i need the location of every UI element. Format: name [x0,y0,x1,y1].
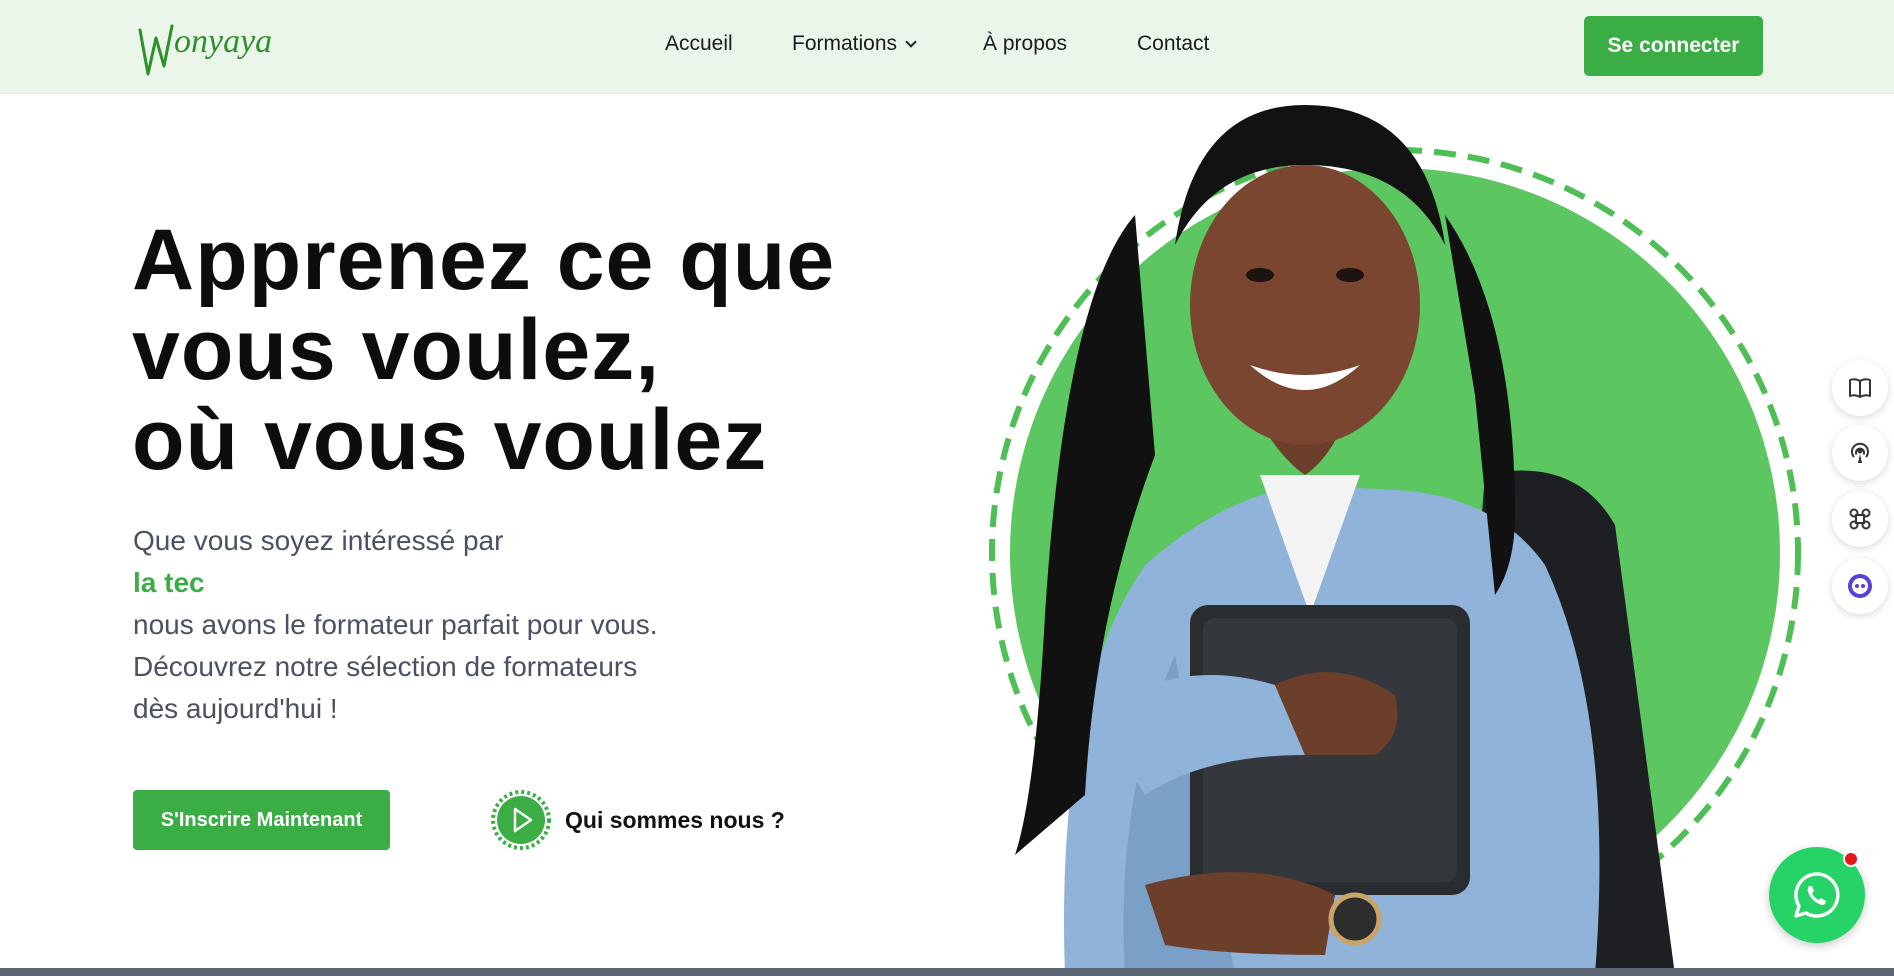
subtitle-line: nous avons le formateur parfait pour vou… [133,609,658,640]
broadcast-icon[interactable] [1832,425,1888,481]
chatbot-icon[interactable] [1832,558,1888,614]
login-button[interactable]: Se connecter [1584,16,1763,76]
nav-a-propos[interactable]: À propos [983,32,1067,56]
command-icon[interactable] [1832,491,1888,547]
hero-subtitle: Que vous soyez intéressé par la tec nous… [133,520,773,730]
chatbot-icon-glyph [1848,574,1872,598]
play-icon [491,790,551,850]
subtitle-typed-topic: la tec [133,567,205,598]
student-illustration [989,105,1801,975]
subtitle-line: Que vous soyez intéressé par [133,525,504,556]
logo-mark: onyaya [138,23,272,76]
subtitle-line: dès aujourd'hui ! [133,693,338,724]
about-link-label: Qui sommes nous ? [565,806,785,833]
book-icon[interactable] [1832,360,1888,416]
hero-title-line: Apprenez ce que [132,212,836,308]
signup-button[interactable]: S'Inscrire Maintenant [133,790,390,850]
monyaya-logo[interactable]: onyaya [134,12,304,82]
whatsapp-icon [1794,872,1840,918]
broadcast-icon-glyph [1851,442,1869,463]
hero-title-line: vous voulez, [132,302,661,398]
site-header: onyaya Accueil Formations À propos Conta… [0,0,1894,94]
notification-dot [1843,851,1859,867]
nav-contact[interactable]: Contact [1137,32,1209,56]
hero-title: Apprenez ce que vous voulez, où vous vou… [132,215,932,485]
book-icon-glyph [1849,378,1871,398]
command-icon-glyph [1849,508,1871,530]
nav-accueil[interactable]: Accueil [665,32,733,56]
nav-formations-label: Formations [792,32,898,55]
hero-image [975,95,1835,975]
nav-formations[interactable]: Formations [792,32,917,56]
about-video-link[interactable]: Qui sommes nous ? [491,790,785,850]
hero-title-line: où vous voulez [132,392,768,488]
page-bottom-edge [0,968,1894,976]
subtitle-line: Découvrez notre sélection de formateurs [133,651,638,682]
chevron-down-icon [905,36,917,48]
svg-text:onyaya: onyaya [174,23,272,60]
